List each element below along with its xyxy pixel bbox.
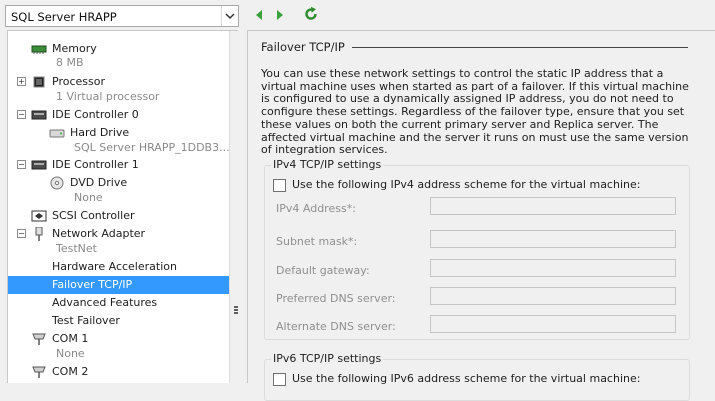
checkbox-label: Use the following IPv6 address scheme fo…	[292, 372, 641, 385]
tree-item-ide-controller-0[interactable]: − IDE Controller 0	[8, 106, 229, 124]
subnet-mask-field[interactable]	[430, 230, 676, 248]
tree-item-ide-controller-1[interactable]: − IDE Controller 1	[8, 156, 229, 174]
checkbox-label: Use the following IPv4 address scheme fo…	[292, 178, 641, 191]
group-title: IPv6 TCP/IP settings	[271, 352, 384, 365]
collapse-icon[interactable]: −	[17, 160, 26, 169]
tree-item-memory[interactable]: Memory	[8, 40, 229, 58]
tree-item-hardware-acceleration[interactable]: Hardware Acceleration	[8, 258, 229, 276]
vm-name: SQL Server HRAPP	[11, 10, 117, 24]
back-arrow-icon[interactable]	[252, 8, 266, 22]
tree-item-scsi-controller[interactable]: SCSI Controller	[8, 207, 229, 225]
ipv6-settings-group: IPv6 TCP/IP settings Use the following I…	[264, 352, 690, 401]
default-gateway-field[interactable]	[430, 259, 676, 277]
hard-drive-icon	[49, 126, 65, 140]
preferred-dns-field[interactable]	[430, 287, 676, 305]
section-title: Failover TCP/IP	[261, 40, 345, 54]
toolbar: SQL Server HRAPP	[0, 0, 715, 30]
collapse-icon[interactable]: −	[17, 110, 26, 119]
com-port-icon	[31, 332, 47, 346]
processor-icon	[31, 75, 47, 89]
ipv4-checkbox[interactable]	[273, 179, 286, 192]
tree-item-test-failover[interactable]: Test Failover	[8, 312, 229, 330]
section-divider	[352, 47, 688, 48]
tree-item-com-2[interactable]: COM 2	[8, 363, 229, 381]
memory-value: 8 MB	[56, 56, 84, 69]
ipv4-address-label: IPv4 Address*:	[276, 202, 356, 215]
tree-item-dvd-drive[interactable]: DVD Drive	[8, 174, 229, 192]
com-1-value: None	[56, 347, 85, 360]
tree-item-advanced-features[interactable]: Advanced Features	[8, 294, 229, 312]
tree-item-label: COM 2	[52, 365, 89, 378]
ide-controller-icon	[31, 108, 47, 122]
group-title: IPv4 TCP/IP settings	[271, 158, 384, 171]
preferred-dns-label: Preferred DNS server:	[276, 292, 396, 305]
splitter-grip-icon	[234, 306, 238, 308]
default-gateway-label: Default gateway:	[276, 264, 370, 277]
forward-arrow-icon[interactable]	[273, 8, 287, 22]
tree-item-label: Test Failover	[52, 314, 120, 327]
alternate-dns-label: Alternate DNS server:	[276, 320, 396, 333]
subnet-mask-label: Subnet mask*:	[276, 235, 358, 248]
memory-icon	[31, 42, 47, 56]
ipv4-address-field[interactable]	[430, 197, 676, 215]
tree-item-label: IDE Controller 0	[52, 108, 139, 121]
tree-item-label: SCSI Controller	[52, 209, 135, 222]
hardware-tree: Memory 8 MB + Processor 1 Virtual proces…	[7, 30, 238, 383]
hard-drive-value: SQL Server HRAPP_1DDB3...	[74, 141, 230, 154]
network-adapter-value: TestNet	[56, 242, 97, 255]
refresh-icon[interactable]	[303, 6, 319, 22]
ipv4-settings-group: IPv4 TCP/IP settings Use the following I…	[264, 158, 690, 340]
tree-item-label: Hardware Acceleration	[52, 260, 177, 273]
tree-item-label: Advanced Features	[52, 296, 158, 309]
chevron-down-icon[interactable]	[221, 6, 238, 26]
tree-item-failover-tcpip[interactable]: Failover TCP/IP	[8, 276, 229, 294]
alternate-dns-field[interactable]	[430, 315, 676, 333]
com-port-icon	[31, 365, 47, 379]
tree-item-com-1[interactable]: COM 1	[8, 330, 229, 348]
ipv6-checkbox[interactable]	[273, 373, 286, 386]
dvd-drive-value: None	[74, 191, 103, 204]
processor-value: 1 Virtual processor	[56, 90, 160, 103]
tree-item-label: Failover TCP/IP	[52, 278, 133, 291]
section-description: You can use these network settings to co…	[261, 67, 689, 157]
expand-icon[interactable]: +	[17, 77, 26, 86]
tree-item-label: IDE Controller 1	[52, 158, 139, 171]
ide-controller-icon	[31, 158, 47, 172]
pane-splitter[interactable]	[229, 31, 238, 383]
scsi-controller-icon	[31, 209, 47, 223]
splitter-grip-icon	[234, 312, 238, 314]
tree-item-network-adapter[interactable]: − Network Adapter	[8, 225, 229, 243]
splitter-grip-icon	[234, 309, 238, 311]
dvd-drive-icon	[49, 176, 65, 190]
collapse-icon[interactable]: −	[17, 229, 26, 238]
vm-selector-dropdown[interactable]: SQL Server HRAPP	[5, 5, 239, 27]
settings-panel: Failover TCP/IP You can use these networ…	[247, 30, 715, 401]
network-adapter-icon	[31, 226, 47, 241]
